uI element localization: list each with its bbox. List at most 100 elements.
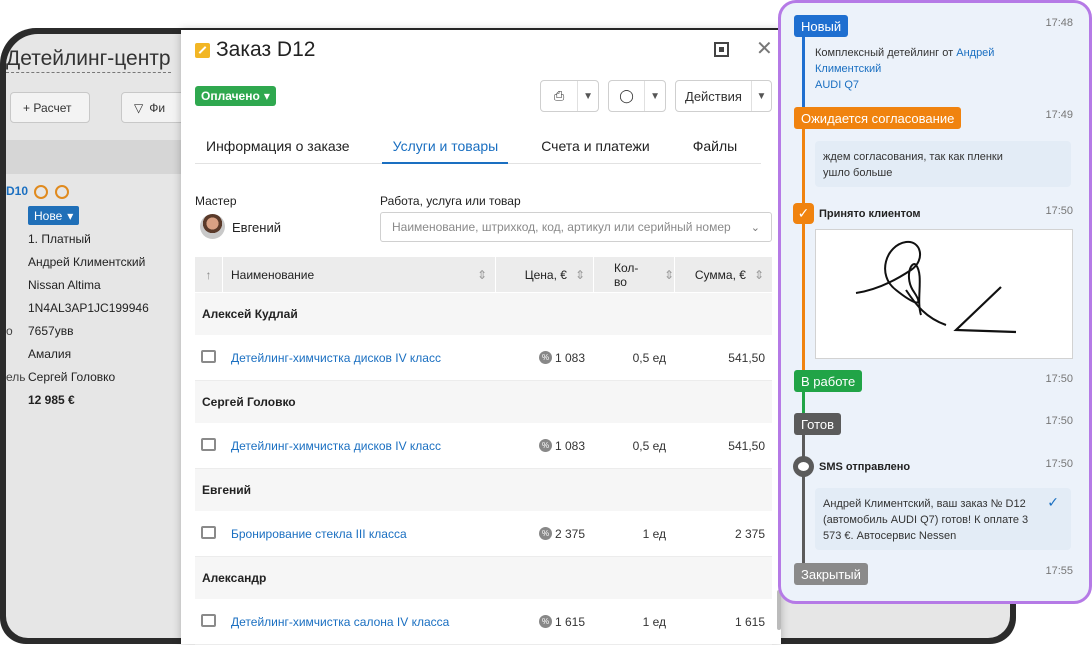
column-header-sum[interactable]: Сумма, € ⇕ <box>675 257 772 292</box>
column-header-qty[interactable]: Кол-во ⇕ <box>594 257 675 292</box>
actions-button[interactable]: Действия ▼ <box>675 80 772 112</box>
event-time: 17:50 <box>1045 458 1073 470</box>
discount-icon: % <box>539 439 552 452</box>
filter-label: Фи <box>149 100 166 115</box>
print-button[interactable]: ⎙ ▼ <box>540 80 599 112</box>
event-time: 17:48 <box>1045 17 1073 29</box>
bg-row-3: Nissan Altima <box>28 278 101 292</box>
price-value: 2 375 <box>555 526 586 541</box>
edit-icon[interactable] <box>195 42 210 58</box>
tab-services[interactable]: Услуги и товары <box>381 130 509 164</box>
signature-image[interactable] <box>815 229 1073 359</box>
delivered-check-icon: ✓ <box>1047 494 1059 510</box>
toolbox-icon <box>201 438 216 451</box>
column-header-name[interactable]: Наименование ⇕ <box>223 257 496 292</box>
item-name-link[interactable]: Детейлинг-химчистка салона IV класса <box>231 615 449 629</box>
item-qty: 0,5 ед <box>632 438 666 453</box>
search-input[interactable]: Наименование, штрихкод, код, артикул или… <box>380 212 772 242</box>
toolbox-icon <box>201 614 216 627</box>
group-header: Сергей Головко <box>195 381 772 423</box>
item-sum: 1 615 <box>734 614 765 629</box>
comment-bubble: ждем согласования, так как пленки ушло б… <box>815 141 1071 187</box>
qr-code-icon[interactable] <box>714 42 729 57</box>
client-link[interactable]: Климентский <box>815 63 881 75</box>
event-time: 17:50 <box>1045 373 1073 385</box>
item-name-link[interactable]: Детейлинг-химчистка дисков IV класс <box>231 351 441 365</box>
signature-drawing <box>855 240 1017 334</box>
comment-line: ждем согласования, так как пленки <box>823 151 1003 163</box>
status-badge-in-progress: В работе <box>794 370 863 392</box>
chevron-down-icon[interactable]: ▼ <box>644 81 665 111</box>
bg-status-badge[interactable]: Нове ▾ <box>28 206 80 225</box>
tab-order-info[interactable]: Информация о заказе <box>195 130 360 164</box>
column-header-price[interactable]: Цена, € ⇕ <box>496 257 594 292</box>
table-row[interactable]: Бронирование стекла III класса % 2 375 1 … <box>195 511 772 557</box>
client-link[interactable]: Андрей <box>956 47 994 59</box>
table-row[interactable]: Детейлинг-химчистка дисков IV класс % 1 0… <box>195 335 772 381</box>
sms-line: (автомобиль AUDI Q7) готов! К оплате 3 <box>823 514 1029 526</box>
new-text-prefix: Комплексный детейлинг от <box>815 47 954 59</box>
event-time: 17:49 <box>1045 109 1073 121</box>
item-price: % 1 615 <box>539 615 585 629</box>
bg-label-1: о <box>6 324 13 338</box>
car-link[interactable]: AUDI Q7 <box>815 79 859 91</box>
bg-row-1: 1. Платный <box>28 232 91 246</box>
status-badge-ready: Готов <box>794 413 842 435</box>
clock-icon <box>55 185 69 199</box>
tab-files[interactable]: Файлы <box>682 130 747 164</box>
item-name-link[interactable]: Детейлинг-химчистка дисков IV класс <box>231 439 441 453</box>
table-row[interactable]: Детейлинг-химчистка дисков IV класс % 1 0… <box>195 423 772 469</box>
chevron-down-icon[interactable]: ▼ <box>577 81 598 111</box>
check-icon: ✓ <box>793 203 814 224</box>
group-header: Евгений <box>195 469 772 511</box>
tab-invoices[interactable]: Счета и платежи <box>530 130 660 164</box>
event-time: 17:50 <box>1045 415 1073 427</box>
master-label: Мастер <box>195 194 237 208</box>
order-tabs: Информация о заказе Услуги и товары Счет… <box>195 130 761 164</box>
bg-row-total: 12 985 € <box>28 393 75 407</box>
calc-button[interactable]: + Расчет <box>10 92 90 123</box>
search-placeholder: Наименование, штрихкод, код, артикул или… <box>392 220 731 234</box>
bg-label-2: ель <box>6 370 26 384</box>
table-header: ↑ Наименование ⇕ Цена, € ⇕ Кол-во ⇕ Сумма, … <box>195 257 772 292</box>
event-time: 17:55 <box>1045 565 1073 577</box>
status-badge-waiting: Ожидается согласование <box>794 107 962 129</box>
table-row[interactable]: Детейлинг-химчистка салона IV класса % 1 … <box>195 599 772 645</box>
sort-arrow-icon[interactable]: ↑ <box>195 257 223 292</box>
sort-icon: ⇕ <box>574 267 585 282</box>
item-qty: 1 ед <box>642 526 666 541</box>
item-sum: 541,50 <box>728 350 765 365</box>
item-qty: 1 ед <box>642 614 666 629</box>
close-icon[interactable]: ✕ <box>756 36 773 61</box>
chevron-down-icon[interactable]: ▼ <box>751 81 771 111</box>
chat-bubble-icon: ◯ <box>619 88 634 103</box>
sort-icon: ⇕ <box>476 267 487 282</box>
sort-icon: ⇕ <box>753 267 764 282</box>
discount-icon: % <box>539 615 552 628</box>
master-name[interactable]: Евгений <box>232 220 281 235</box>
column-price-label: Цена, € <box>524 267 567 282</box>
discount-icon: % <box>539 351 552 364</box>
search-label: Работа, услуга или товар <box>380 194 521 208</box>
timeline-line <box>802 111 805 373</box>
message-button[interactable]: ◯ ▼ <box>608 80 666 112</box>
bg-status-label: Нове <box>34 208 63 223</box>
group-header: Александр <box>195 557 772 599</box>
item-sum: 2 375 <box>734 526 765 541</box>
paid-status-badge[interactable]: Оплачено ▾ <box>195 86 276 106</box>
bg-row-4: 1N4AL3AP1JC199946 <box>28 301 149 315</box>
sms-line: Андрей Климентский, ваш заказ № D12 <box>823 498 1026 510</box>
chevron-down-icon: ▾ <box>263 89 270 103</box>
chevron-down-icon: ⌄ <box>750 221 760 234</box>
timeline-line <box>802 415 805 569</box>
timeline-panel: Новый 17:48 Комплексный детейлинг от Анд… <box>778 0 1092 604</box>
item-name-link[interactable]: Бронирование стекла III класса <box>231 527 407 541</box>
item-price: % 2 375 <box>539 527 585 541</box>
modal-title-text: Заказ D12 <box>216 38 316 61</box>
bg-row-7: Сергей Головко <box>28 370 116 384</box>
printer-icon: ⎙ <box>553 88 565 103</box>
item-price: % 1 083 <box>539 439 585 453</box>
group-header: Алексей Кудлай <box>195 293 772 335</box>
bg-order-id[interactable]: D10 <box>6 184 28 198</box>
timeline-line <box>802 31 805 111</box>
